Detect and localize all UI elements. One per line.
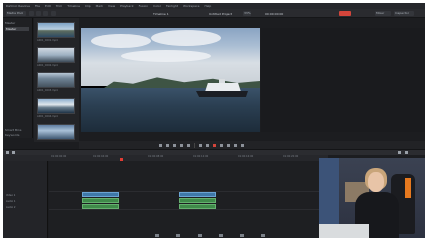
- marker-icon[interactable]: [220, 143, 223, 147]
- track-headers: Video 1 Audio 1 Audio 2: [3, 161, 48, 238]
- project-title: Untitled Project: [209, 12, 233, 16]
- viewer-cloud: [151, 30, 221, 46]
- volume-icon[interactable]: [405, 151, 408, 154]
- video-clip[interactable]: [179, 192, 216, 197]
- menu-playback[interactable]: Playback: [120, 4, 133, 8]
- flag-icon[interactable]: [213, 143, 216, 147]
- timeline-clip-1[interactable]: [82, 192, 119, 210]
- clip-thumbnail[interactable]: [37, 47, 75, 63]
- audio-clip[interactable]: [179, 204, 216, 209]
- track-label-a1: Audio 1: [6, 200, 16, 203]
- clip-thumbnail[interactable]: [37, 22, 75, 38]
- sound-library-icon[interactable]: [51, 11, 56, 16]
- viewer-cloud: [121, 50, 211, 62]
- zoom-level[interactable]: 33%: [243, 11, 251, 16]
- edit-index-icon[interactable]: [43, 11, 48, 16]
- ruler-label: 01:00:16:00: [238, 155, 254, 158]
- media-pool-button[interactable]: Media Pool: [6, 11, 26, 16]
- track-label-v1: Video 1: [6, 194, 16, 197]
- track-options-icon[interactable]: [6, 151, 9, 154]
- bin-section-label: Master: [5, 21, 16, 25]
- timeline-view-icon[interactable]: [12, 151, 15, 154]
- video-clip[interactable]: [82, 192, 119, 197]
- record-indicator: [339, 11, 351, 16]
- timeline-clip-2[interactable]: [179, 192, 216, 210]
- timeline-name: Timeline 1: [153, 12, 169, 16]
- media-page-icon[interactable]: [155, 234, 159, 237]
- resolve-window: DaVinci Resolve File Edit Trim Timeline …: [3, 3, 425, 238]
- link-icon[interactable]: [234, 143, 237, 147]
- timeline-track-area[interactable]: [49, 161, 328, 238]
- effects-icon[interactable]: [36, 11, 41, 16]
- webcam-overlay: [319, 158, 425, 238]
- color-page-icon[interactable]: [240, 234, 244, 237]
- menu-view[interactable]: View: [108, 4, 115, 8]
- track-label-a2: Audio 2: [6, 206, 16, 209]
- webcam-person-face: [368, 172, 384, 192]
- source-viewer[interactable]: [81, 28, 260, 132]
- fast-forward-icon[interactable]: [180, 143, 183, 147]
- selection-icon[interactable]: [199, 143, 202, 147]
- menu-edit[interactable]: Edit: [45, 4, 51, 8]
- zoom-icon[interactable]: [241, 143, 244, 147]
- ship-hull: [196, 91, 248, 97]
- audio-clip[interactable]: [82, 204, 119, 209]
- menu-fusion[interactable]: Fusion: [139, 4, 149, 8]
- media-pool-icon[interactable]: [29, 11, 34, 16]
- play-icon[interactable]: [173, 143, 176, 147]
- menu-trim[interactable]: Trim: [56, 4, 62, 8]
- menu-help[interactable]: Help: [204, 4, 211, 8]
- menu-workspace[interactable]: Workspace: [183, 4, 199, 8]
- clip-label: A001_C003.mp4: [37, 89, 58, 92]
- ship-superstructure: [205, 83, 241, 92]
- transport-controls: [79, 141, 425, 149]
- mixer-button[interactable]: Mixer: [375, 11, 391, 16]
- clip-thumbnail[interactable]: [37, 98, 75, 114]
- audio-meter-icon[interactable]: [398, 151, 401, 154]
- blade-icon[interactable]: [206, 143, 209, 147]
- viewer-empty-area: [261, 28, 425, 132]
- loop-icon[interactable]: [187, 143, 190, 147]
- clip-label: A001_C002.mp4: [37, 64, 58, 67]
- ruler-label: 01:00:20:00: [283, 155, 299, 158]
- ruler-label: 01:00:12:00: [193, 155, 209, 158]
- webcam-desk: [319, 224, 369, 238]
- menu-fairlight[interactable]: Fairlight: [166, 4, 178, 8]
- audio-clip[interactable]: [82, 198, 119, 203]
- smart-bins-label: Smart Bins: [5, 128, 22, 132]
- transport-divider: [194, 142, 195, 148]
- inspector-button[interactable]: Inspector: [394, 11, 414, 16]
- fairlight-page-icon[interactable]: [261, 234, 265, 237]
- top-toolbar: Media Pool Timeline 1 Untitled Project 3…: [3, 9, 425, 18]
- cut-page-icon[interactable]: [176, 234, 180, 237]
- menu-mark[interactable]: Mark: [96, 4, 103, 8]
- edit-page-icon[interactable]: [198, 234, 202, 237]
- webcam-chair-accent: [405, 178, 411, 198]
- menu-file[interactable]: File: [35, 4, 40, 8]
- rewind-icon[interactable]: [159, 143, 162, 147]
- clip-thumbnail[interactable]: [37, 72, 75, 88]
- menu-timeline[interactable]: Timeline: [67, 4, 80, 8]
- ruler-label: 01:00:04:00: [93, 155, 109, 158]
- top-timecode: 00:00:00:00: [265, 12, 284, 16]
- stop-icon[interactable]: [166, 143, 169, 147]
- clip-label: A001_C001.mp4: [37, 39, 58, 42]
- clip-thumbnail[interactable]: [37, 124, 75, 140]
- fusion-page-icon[interactable]: [219, 234, 223, 237]
- media-pool-bin: A001_C001.mp4 A001_C002.mp4 A001_C003.mp…: [34, 18, 79, 142]
- smart-bin-keywords[interactable]: Keywords: [5, 133, 19, 137]
- bin-item-master[interactable]: Master: [5, 27, 29, 31]
- clip-label: A001_C004.mp4: [37, 115, 58, 118]
- ruler-label: 01:00:00:00: [51, 155, 67, 158]
- bin-list-panel: Master Master Smart Bins Keywords: [3, 18, 33, 138]
- menu-clip[interactable]: Clip: [85, 4, 91, 8]
- ruler-label: 01:00:08:00: [148, 155, 164, 158]
- menu-color[interactable]: Color: [153, 4, 161, 8]
- menu-app[interactable]: DaVinci Resolve: [6, 4, 30, 8]
- viewer-cloud: [91, 34, 151, 48]
- audio-clip[interactable]: [179, 198, 216, 203]
- screen-frame: DaVinci Resolve File Edit Trim Timeline …: [0, 0, 428, 241]
- snap-icon[interactable]: [227, 143, 230, 147]
